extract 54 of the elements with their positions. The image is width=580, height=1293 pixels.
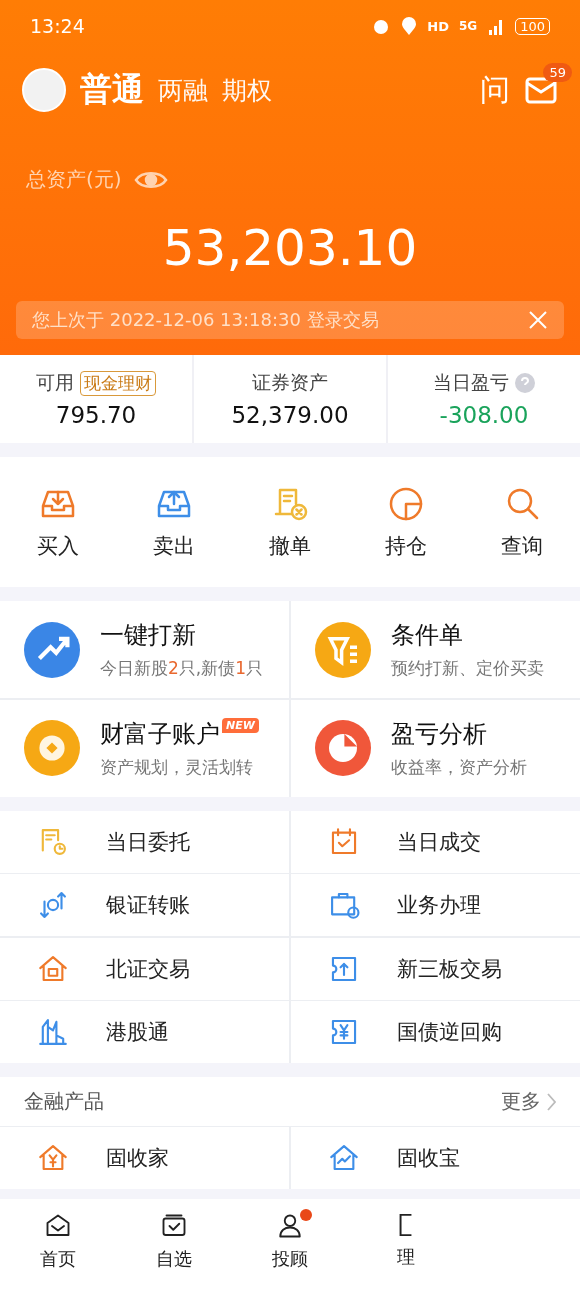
feature-title[interactable]: 盈亏分析 — [390, 717, 487, 750]
feature-title[interactable]: 一键打新 — [100, 619, 196, 651]
quick-action-button[interactable]: 持仓 — [348, 483, 464, 561]
network-indicator: 5G — [458, 19, 478, 33]
status-time: 13:24 — [30, 15, 85, 37]
bracket-icon — [399, 1211, 413, 1239]
quick-action-button[interactable]: 卖出 — [116, 483, 232, 561]
feature-title[interactable]: 条件单 — [390, 619, 463, 651]
coin-icon — [24, 720, 80, 776]
total-assets-label: 总资产(元) — [26, 166, 122, 193]
location-icon — [401, 16, 418, 36]
product-link[interactable]: 固收家 — [106, 1144, 169, 1172]
section-title: 金融产品 — [24, 1088, 104, 1115]
summary-value: -308.00 — [439, 402, 529, 428]
close-icon[interactable] — [528, 310, 548, 330]
nav-tab[interactable]: 首页 — [0, 1199, 116, 1293]
summary-label: 当日盈亏 — [433, 370, 509, 395]
total-assets-value: 53,203.10 — [161, 218, 419, 279]
chevron-right-icon — [547, 1092, 556, 1111]
avatar[interactable] — [22, 68, 66, 112]
service-link[interactable]: 港股通 — [106, 1018, 169, 1046]
quick-action-button[interactable]: 买入 — [0, 483, 116, 561]
service-link[interactable]: 北证交易 — [106, 954, 190, 983]
nav-tab[interactable]: 自选 — [116, 1199, 232, 1293]
hd-indicator: HD — [427, 18, 449, 34]
service-link[interactable]: 银证转账 — [106, 891, 190, 919]
unread-badge: 59 — [543, 63, 572, 82]
help-icon[interactable] — [515, 373, 535, 393]
feature-title[interactable]: 财富子账户 — [100, 717, 220, 750]
product-link[interactable]: 固收宝 — [396, 1144, 460, 1172]
service-link[interactable]: 当日成交 — [396, 827, 481, 856]
service-link[interactable]: 新三板交易 — [396, 954, 502, 983]
quick-action-button[interactable]: 查询 — [464, 483, 580, 561]
cash-management-tag[interactable]: 现金理财 — [80, 370, 156, 396]
funnel-icon — [314, 621, 371, 678]
nav-tab[interactable]: 投顾 — [232, 1199, 348, 1293]
login-notice: 您上次于 2022-12-06 13:18:30 登录交易 — [32, 308, 379, 332]
summary-value: 795.70 — [55, 402, 137, 428]
more-link[interactable]: 更多 — [501, 1088, 541, 1115]
quick-action-button[interactable]: 撤单 — [232, 483, 348, 561]
feature-subtitle: 收益率，资产分析 — [390, 755, 527, 779]
service-link[interactable]: 国债逆回购 — [396, 1018, 502, 1046]
summary-label: 可用 — [36, 370, 74, 395]
feature-subtitle: 资产规划，灵活划转 — [100, 755, 254, 779]
service-link[interactable]: 当日委托 — [106, 827, 190, 856]
summary-label: 证券资产 — [252, 370, 328, 395]
new-badge: NEW — [222, 717, 259, 733]
pie-chart-icon — [314, 720, 371, 776]
feature-subtitle: 今日新股2只,新债1只 — [100, 657, 264, 680]
nav-tab[interactable]: 理 — [348, 1199, 464, 1293]
service-link[interactable]: 业务办理 — [396, 891, 481, 919]
feature-subtitle: 预约打新、定价买卖 — [390, 657, 544, 680]
battery-indicator: 100 — [515, 17, 550, 35]
summary-value: 52,379.00 — [231, 402, 349, 428]
